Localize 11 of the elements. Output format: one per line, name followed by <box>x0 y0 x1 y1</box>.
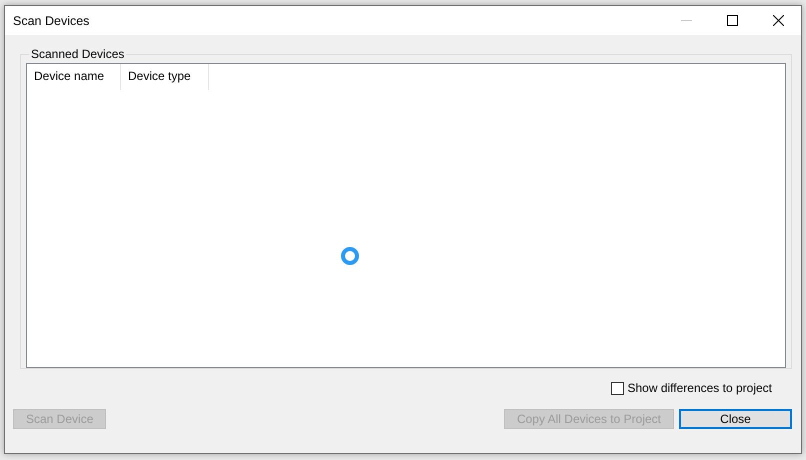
minimize-icon <box>680 20 692 21</box>
close-icon <box>772 15 784 26</box>
checkbox-label: Show differences to project <box>627 381 772 395</box>
checkbox[interactable] <box>611 382 624 394</box>
dialog-button[interactable]: Close <box>679 409 792 429</box>
group-title: Scanned Devices <box>30 47 126 61</box>
device-list[interactable]: Device name Device type <box>26 63 786 368</box>
column-header[interactable]: Device type <box>121 64 209 90</box>
window-title: Scan Devices <box>13 14 90 28</box>
maximize-icon <box>726 15 738 26</box>
column-header[interactable]: Device name <box>27 64 121 90</box>
